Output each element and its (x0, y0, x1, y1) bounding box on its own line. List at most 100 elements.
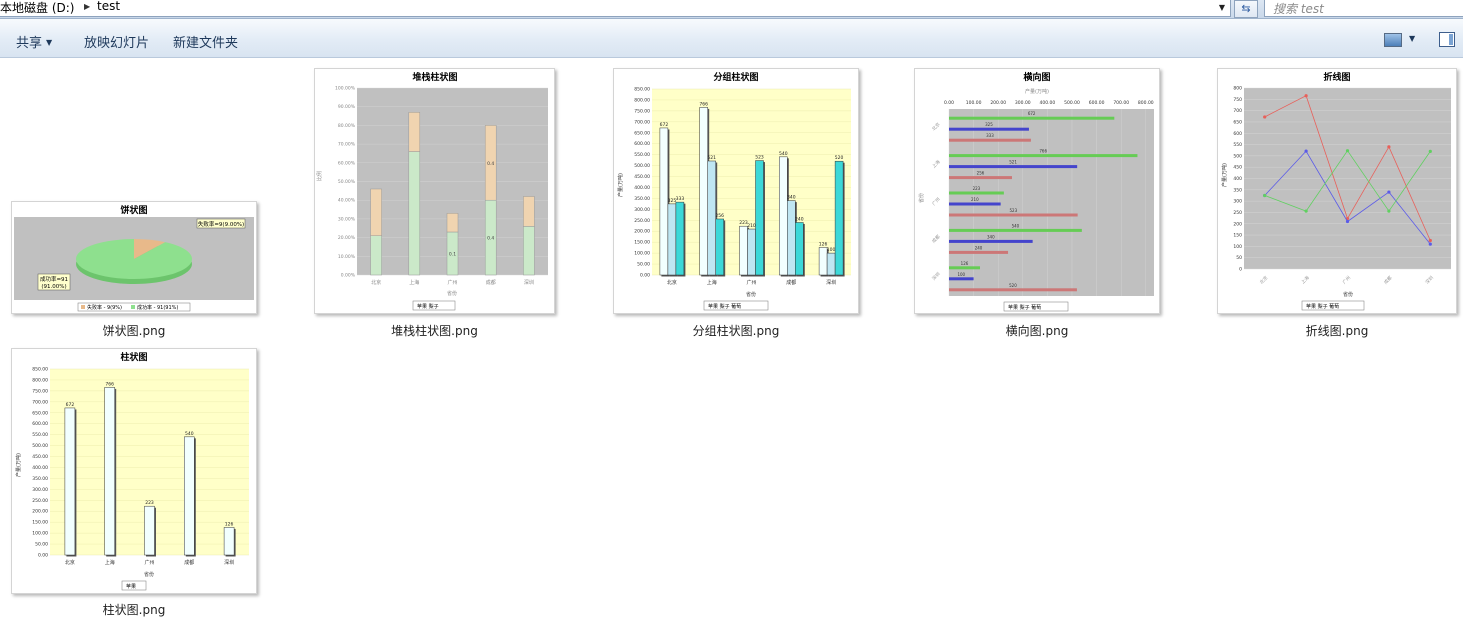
bar (949, 138, 1031, 142)
y-tick-label: 0.00 (640, 273, 650, 279)
data-label: 672 (1028, 111, 1036, 116)
file-name[interactable]: 柱状图.png (11, 601, 257, 618)
x-tick-label: 100.00 (966, 100, 982, 106)
y-tick-label: 750.00 (634, 108, 650, 114)
legend-swatch-failure (81, 305, 85, 309)
refresh-button[interactable]: ⇆ (1234, 0, 1258, 18)
file-name[interactable]: 饼状图.png (11, 322, 257, 339)
y-tick-label: 0.00% (341, 273, 356, 279)
y-tick-label: 50.00 (637, 262, 650, 268)
data-label: 340 (787, 195, 796, 201)
new-folder-button[interactable]: 新建文件夹 (173, 32, 238, 51)
bar (949, 266, 980, 270)
file-name[interactable]: 横向图.png (914, 322, 1160, 339)
file-thumbnail-line[interactable]: 折线图 产量(万吨) 省份 苹果 梨子 葡萄 800 750 700 650 600 55… (1217, 68, 1457, 314)
breadcrumb-separator-icon[interactable]: ▶ (84, 2, 90, 11)
x-tick-label: 800.00 (1138, 100, 1154, 106)
y-tick-label: 700.00 (32, 399, 48, 405)
file-name[interactable]: 分组柱状图.png (613, 322, 859, 339)
y-tick-label: 450.00 (634, 174, 650, 180)
y-tick-label: 750 (1233, 97, 1242, 103)
data-label: 223 (145, 500, 154, 506)
y-tick-label: 600.00 (634, 141, 650, 147)
bar (949, 154, 1138, 158)
x-tick-label: 500.00 (1064, 100, 1080, 106)
breadcrumb-drive[interactable]: 本地磁盘 (D:) (0, 0, 74, 16)
legend-success: 成功率 - 91(91%) (137, 304, 178, 311)
x-tick-label: 200.00 (990, 100, 1006, 106)
data-label: 0.1 (449, 251, 456, 257)
bar (675, 201, 685, 276)
x-tick-label: 深圳 (524, 279, 534, 286)
bar (739, 225, 748, 276)
chart-title: 分组柱状图 (713, 71, 758, 83)
y-tick-label: 800 (1233, 86, 1242, 92)
file-thumbnail-stacked[interactable]: 堆栈柱状图 比例 省份 苹果 梨子 100.00% 90.00% 80.00% 70.… (314, 68, 555, 314)
address-dropdown-icon[interactable]: ▼ (1214, 0, 1230, 16)
data-label: 523 (1010, 208, 1018, 213)
bar (223, 527, 235, 556)
y-tick-label: 深圳 (930, 270, 942, 282)
data-label: 240 (795, 216, 804, 222)
change-view-icon[interactable] (1384, 33, 1402, 47)
data-label: 223 (973, 186, 981, 191)
x-tick-label: 300.00 (1015, 100, 1031, 106)
y-tick-label: 400 (1233, 176, 1242, 182)
data-label: 540 (185, 431, 194, 437)
x-tick-label: 深圳 (826, 279, 836, 286)
y-tick-label: 0.00 (38, 553, 48, 559)
y-tick-label: 450.00 (32, 454, 48, 460)
share-button[interactable]: 共享 ▼ (16, 32, 52, 51)
y-tick-label: 750.00 (32, 388, 48, 394)
file-thumbnail-bar[interactable]: 柱状图 产量(万吨) 省份 苹果 850.00 800.00 750.00 700.0… (11, 348, 257, 594)
bar-apple (370, 235, 382, 276)
bar (779, 156, 788, 276)
series-point (1304, 209, 1308, 213)
x-tick-label: 深圳 (1424, 274, 1436, 286)
bar (715, 218, 724, 276)
y-axis-label: 比例 (316, 171, 323, 181)
y-tick-label: 250 (1233, 210, 1242, 216)
file-thumbnail-pie[interactable]: 饼状图 失败率=9(9.00%) 成功率=91 (91.00%) 失败率 - 9… (11, 201, 257, 314)
legend-text: 苹果 (126, 583, 136, 590)
view-options-chevron-icon[interactable]: ▼ (1409, 34, 1415, 43)
series-point (1387, 209, 1391, 213)
pie-chart: 饼状图 失败率=9(9.00%) 成功率=91 (91.00%) 失败率 - 9… (14, 204, 254, 312)
share-label: 共享 (16, 36, 43, 51)
x-tick-label: 广州 (144, 559, 154, 566)
y-tick-label: 850.00 (32, 367, 48, 373)
data-label: 126 (961, 261, 969, 266)
y-tick-label: 700 (1233, 108, 1242, 114)
breadcrumb-folder[interactable]: test (97, 0, 120, 13)
y-tick-label: 400.00 (634, 185, 650, 191)
file-thumbnail-horizontal[interactable]: 横向图 产量(万吨) 省份 苹果 梨子 葡萄 0.00 100.00 200.00 3… (914, 68, 1160, 314)
file-name[interactable]: 堆栈柱状图.png (314, 322, 555, 339)
data-label: 126 (819, 241, 828, 247)
data-label: 210 (971, 197, 979, 202)
file-thumbnail-grouped[interactable]: 分组柱状图 产量(万吨) 省份 苹果 梨子 葡萄 850.00 800.00 750… (613, 68, 859, 314)
y-tick-label: 成都 (930, 233, 942, 245)
address-field[interactable]: 本地磁盘 (D:) ▶ test ▼ (0, 0, 1231, 17)
bar (949, 191, 1004, 195)
line-chart: 折线图 产量(万吨) 省份 苹果 梨子 葡萄 800 750 700 650 600 55… (1221, 71, 1451, 311)
bar-chart: 柱状图 产量(万吨) 省份 苹果 850.00 800.00 750.00 700.0… (15, 351, 249, 591)
data-label: 240 (975, 245, 983, 250)
slideshow-button[interactable]: 放映幻灯片 (84, 32, 149, 51)
y-tick-label: 0 (1239, 267, 1242, 273)
series-point (1304, 94, 1308, 98)
bar (949, 127, 1029, 131)
x-tick-label: 广州 (1341, 274, 1353, 286)
search-input[interactable]: 搜索 test (1264, 0, 1463, 17)
preview-pane-icon[interactable] (1439, 32, 1455, 47)
data-label: 540 (1012, 223, 1020, 228)
label-success-1: 成功率=91 (40, 275, 68, 283)
x-tick-label: 成都 (184, 559, 194, 566)
file-name[interactable]: 折线图.png (1217, 322, 1457, 339)
data-label: 256 (715, 213, 724, 219)
y-tick-label: 550.00 (634, 152, 650, 158)
data-label: 340 (987, 234, 995, 239)
bar (949, 116, 1115, 120)
bar (949, 239, 1033, 243)
data-label: 520 (1009, 283, 1017, 288)
y-tick-label: 90.00% (338, 104, 356, 110)
